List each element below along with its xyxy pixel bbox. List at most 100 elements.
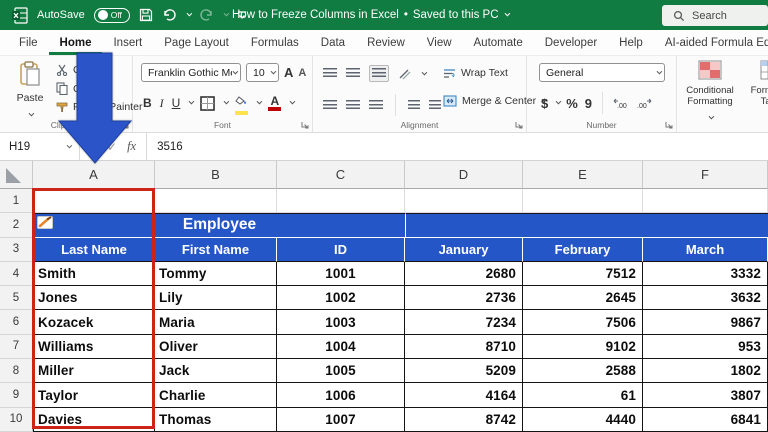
- data-cell[interactable]: 8742: [405, 407, 523, 432]
- cell[interactable]: [155, 189, 277, 214]
- data-cell[interactable]: 8710: [405, 334, 523, 360]
- data-cell[interactable]: 3807: [643, 383, 768, 408]
- menu-tab-file[interactable]: File: [8, 30, 49, 55]
- row-header-10[interactable]: 10: [0, 407, 33, 432]
- font-color-dropdown-icon[interactable]: [289, 99, 296, 105]
- data-cell[interactable]: Jones: [33, 286, 155, 311]
- increase-indent-icon[interactable]: [429, 99, 441, 111]
- data-cell[interactable]: Charlie: [155, 383, 277, 408]
- currency-dropdown-icon[interactable]: [555, 98, 562, 105]
- align-top-icon[interactable]: [323, 68, 337, 79]
- menu-tab-automate[interactable]: Automate: [463, 30, 534, 55]
- grow-font-button[interactable]: A: [284, 65, 293, 80]
- document-title[interactable]: How to Freeze Columns in Excel • Saved t…: [232, 0, 510, 30]
- table-header-first-name[interactable]: First Name: [155, 237, 277, 262]
- cell[interactable]: [33, 189, 155, 214]
- shrink-font-button[interactable]: A: [298, 67, 306, 79]
- menu-tab-review[interactable]: Review: [356, 30, 416, 55]
- undo-dropdown-icon[interactable]: [186, 10, 192, 17]
- align-center-icon[interactable]: [346, 99, 360, 111]
- increase-decimal-icon[interactable]: .00: [613, 98, 629, 109]
- underline-dropdown-icon[interactable]: [188, 99, 195, 105]
- data-cell[interactable]: Kozacek: [33, 310, 155, 335]
- redo-icon[interactable]: [199, 8, 214, 22]
- data-cell[interactable]: Williams: [33, 334, 155, 360]
- data-cell[interactable]: Taylor: [33, 383, 155, 408]
- data-cell[interactable]: Maria: [155, 310, 277, 335]
- data-cell[interactable]: 9102: [523, 334, 643, 360]
- orientation-icon[interactable]: [398, 67, 412, 80]
- menu-tab-data[interactable]: Data: [310, 30, 356, 55]
- data-cell[interactable]: 1005: [277, 359, 405, 384]
- underline-button[interactable]: U: [172, 96, 181, 110]
- borders-icon[interactable]: [200, 95, 216, 111]
- alignment-dialog-launcher-icon[interactable]: [515, 121, 523, 129]
- row-header-9[interactable]: 9: [0, 383, 33, 408]
- wrap-text-label[interactable]: Wrap Text: [461, 67, 508, 79]
- data-cell[interactable]: 2680: [405, 261, 523, 287]
- data-cell[interactable]: 1003: [277, 310, 405, 335]
- borders-dropdown-icon[interactable]: [223, 99, 230, 105]
- merge-center-label[interactable]: Merge & Center: [462, 95, 536, 107]
- comma-style-button[interactable]: 9: [585, 96, 592, 111]
- format-as-table-button[interactable]: Format as Table: [743, 60, 768, 107]
- align-left-icon[interactable]: [323, 99, 337, 111]
- number-dialog-launcher-icon[interactable]: [665, 121, 673, 129]
- data-cell[interactable]: Davies: [33, 407, 155, 432]
- data-cell[interactable]: 953: [643, 334, 768, 360]
- row-header-1[interactable]: 1: [0, 189, 33, 214]
- data-cell[interactable]: 6841: [643, 407, 768, 432]
- data-cell[interactable]: Jack: [155, 359, 277, 384]
- menu-tab-formulas[interactable]: Formulas: [240, 30, 310, 55]
- table-banner-extension[interactable]: [405, 213, 768, 238]
- menu-tab-help[interactable]: Help: [608, 30, 654, 55]
- row-header-6[interactable]: 6: [0, 310, 33, 335]
- data-cell[interactable]: 1802: [643, 359, 768, 384]
- decrease-indent-icon[interactable]: [408, 99, 420, 111]
- data-cell[interactable]: 1002: [277, 286, 405, 311]
- data-cell[interactable]: Oliver: [155, 334, 277, 360]
- menu-tab-page-layout[interactable]: Page Layout: [153, 30, 240, 55]
- align-bottom-button[interactable]: [369, 65, 389, 82]
- cell[interactable]: [523, 189, 643, 214]
- menu-tab-view[interactable]: View: [416, 30, 463, 55]
- select-all-button[interactable]: [0, 161, 33, 189]
- number-format-select[interactable]: General: [539, 63, 665, 82]
- italic-button[interactable]: I: [160, 96, 164, 111]
- data-cell[interactable]: 1004: [277, 334, 405, 360]
- font-size-select[interactable]: 10: [246, 63, 279, 82]
- paste-button[interactable]: Paste: [10, 61, 50, 122]
- font-color-button[interactable]: A: [268, 95, 282, 111]
- align-middle-icon[interactable]: [346, 68, 360, 79]
- cell[interactable]: [643, 189, 768, 214]
- menu-tab-developer[interactable]: Developer: [534, 30, 608, 55]
- table-header-id[interactable]: ID: [277, 237, 405, 262]
- align-right-icon[interactable]: [369, 99, 383, 111]
- data-cell[interactable]: 61: [523, 383, 643, 408]
- row-header-2[interactable]: 2: [0, 213, 33, 238]
- fill-color-button[interactable]: [235, 92, 249, 115]
- data-cell[interactable]: 2588: [523, 359, 643, 384]
- formula-input[interactable]: 3516: [147, 141, 183, 153]
- data-cell[interactable]: 3332: [643, 261, 768, 287]
- data-cell[interactable]: 1001: [277, 261, 405, 287]
- percent-style-button[interactable]: %: [566, 96, 578, 111]
- data-cell[interactable]: Thomas: [155, 407, 277, 432]
- column-header-d[interactable]: D: [405, 161, 523, 189]
- data-cell[interactable]: 2645: [523, 286, 643, 311]
- row-header-3[interactable]: 3: [0, 237, 33, 262]
- data-cell[interactable]: Lily: [155, 286, 277, 311]
- font-name-select[interactable]: Franklin Gothic Me: [141, 63, 241, 82]
- data-cell[interactable]: 1006: [277, 383, 405, 408]
- paste-dropdown-icon[interactable]: [28, 110, 35, 117]
- data-cell[interactable]: 2736: [405, 286, 523, 311]
- table-header-january[interactable]: January: [405, 237, 523, 262]
- currency-button[interactable]: $: [541, 96, 548, 111]
- save-icon[interactable]: [139, 8, 153, 22]
- data-cell[interactable]: 1007: [277, 407, 405, 432]
- column-header-c[interactable]: C: [277, 161, 405, 189]
- fill-color-dropdown-icon[interactable]: [256, 99, 263, 105]
- data-cell[interactable]: 4164: [405, 383, 523, 408]
- row-header-8[interactable]: 8: [0, 359, 33, 384]
- cell[interactable]: [277, 189, 405, 214]
